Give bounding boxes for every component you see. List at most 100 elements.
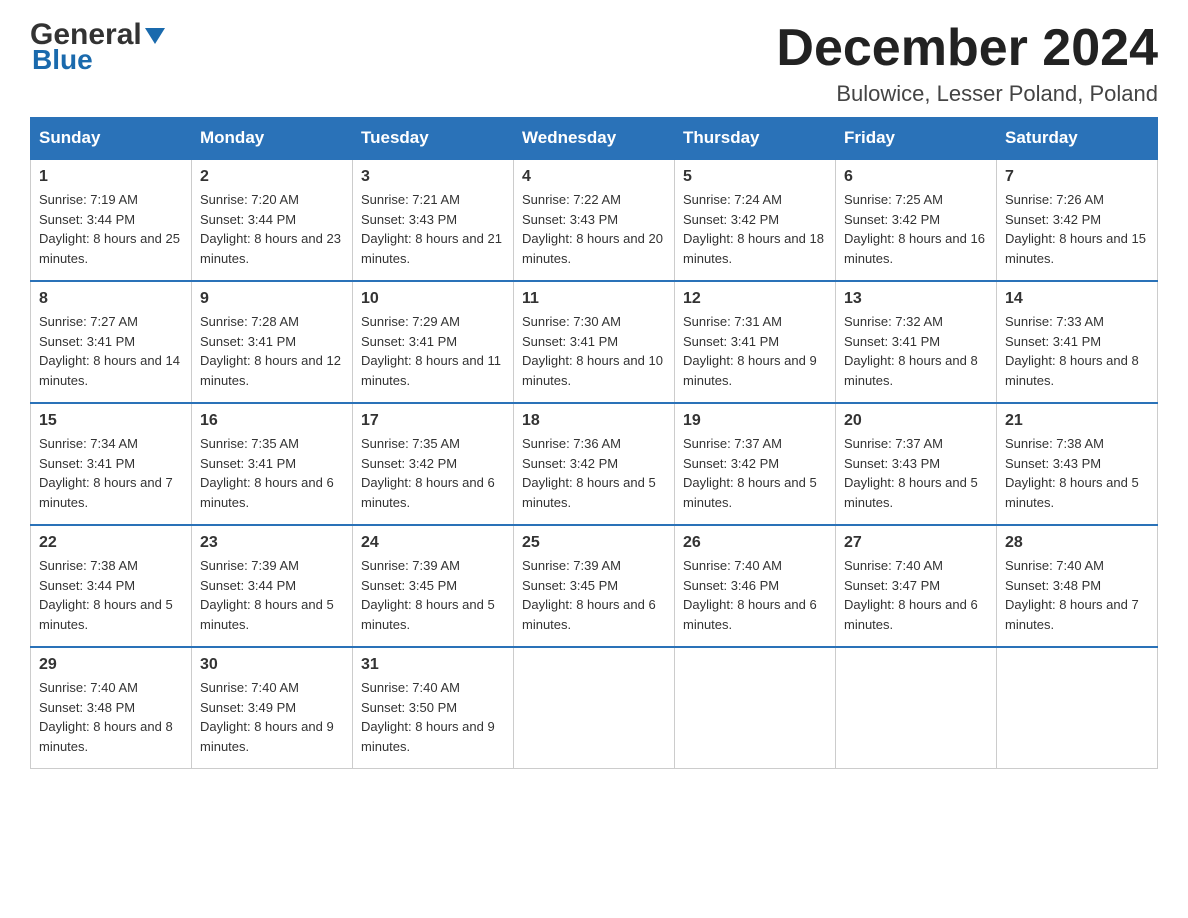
day-number: 13	[844, 290, 988, 308]
calendar-day-cell: 22 Sunrise: 7:38 AMSunset: 3:44 PMDayligh…	[31, 525, 192, 647]
day-number: 4	[522, 168, 666, 186]
calendar-day-cell: 12Sunrise: 7:31 AMSunset: 3:41 PMDayligh…	[675, 281, 836, 403]
calendar-day-cell: 8 Sunrise: 7:27 AMSunset: 3:41 PMDaylight…	[31, 281, 192, 403]
calendar-day-cell: 20 Sunrise: 7:37 AMSunset: 3:43 PMDayligh…	[836, 403, 997, 525]
calendar-day-cell: 5 Sunrise: 7:24 AMSunset: 3:42 PMDaylight…	[675, 159, 836, 281]
col-friday: Friday	[836, 118, 997, 160]
calendar-day-cell: 9Sunrise: 7:28 AMSunset: 3:41 PMDaylight…	[192, 281, 353, 403]
col-monday: Monday	[192, 118, 353, 160]
day-info: Sunrise: 7:29 AMSunset: 3:41 PMDaylight:…	[361, 312, 505, 390]
location-title: Bulowice, Lesser Poland, Poland	[776, 81, 1158, 107]
day-info: Sunrise: 7:40 AMSunset: 3:49 PMDaylight:…	[200, 678, 344, 756]
day-info: Sunrise: 7:40 AMSunset: 3:47 PMDaylight:…	[844, 556, 988, 634]
day-info: Sunrise: 7:36 AMSunset: 3:42 PMDaylight:…	[522, 434, 666, 512]
col-thursday: Thursday	[675, 118, 836, 160]
calendar-week-row: 8 Sunrise: 7:27 AMSunset: 3:41 PMDaylight…	[31, 281, 1158, 403]
day-info: Sunrise: 7:24 AMSunset: 3:42 PMDaylight:…	[683, 190, 827, 268]
day-number: 30	[200, 656, 344, 674]
day-info: Sunrise: 7:21 AMSunset: 3:43 PMDaylight:…	[361, 190, 505, 268]
day-number: 3	[361, 168, 505, 186]
day-number: 17	[361, 412, 505, 430]
day-number: 11	[522, 290, 666, 308]
calendar-title-area: December 2024 Bulowice, Lesser Poland, P…	[776, 20, 1158, 107]
col-saturday: Saturday	[997, 118, 1158, 160]
day-number: 6	[844, 168, 988, 186]
day-info: Sunrise: 7:22 AMSunset: 3:43 PMDaylight:…	[522, 190, 666, 268]
calendar-header-row: Sunday Monday Tuesday Wednesday Thursday…	[31, 118, 1158, 160]
calendar-week-row: 15Sunrise: 7:34 AMSunset: 3:41 PMDayligh…	[31, 403, 1158, 525]
calendar-day-cell: 13Sunrise: 7:32 AMSunset: 3:41 PMDayligh…	[836, 281, 997, 403]
col-tuesday: Tuesday	[353, 118, 514, 160]
day-info: Sunrise: 7:40 AMSunset: 3:48 PMDaylight:…	[1005, 556, 1149, 634]
day-info: Sunrise: 7:35 AMSunset: 3:42 PMDaylight:…	[361, 434, 505, 512]
day-info: Sunrise: 7:38 AMSunset: 3:44 PMDaylight:…	[39, 556, 183, 634]
day-info: Sunrise: 7:38 AMSunset: 3:43 PMDaylight:…	[1005, 434, 1149, 512]
calendar-day-cell: 2 Sunrise: 7:20 AMSunset: 3:44 PMDaylight…	[192, 159, 353, 281]
day-info: Sunrise: 7:20 AMSunset: 3:44 PMDaylight:…	[200, 190, 344, 268]
day-number: 5	[683, 168, 827, 186]
day-info: Sunrise: 7:28 AMSunset: 3:41 PMDaylight:…	[200, 312, 344, 390]
calendar-day-cell: 4 Sunrise: 7:22 AMSunset: 3:43 PMDaylight…	[514, 159, 675, 281]
day-info: Sunrise: 7:26 AMSunset: 3:42 PMDaylight:…	[1005, 190, 1149, 268]
calendar-week-row: 22 Sunrise: 7:38 AMSunset: 3:44 PMDayligh…	[31, 525, 1158, 647]
day-number: 2	[200, 168, 344, 186]
calendar-day-cell	[675, 647, 836, 769]
calendar-day-cell: 31Sunrise: 7:40 AMSunset: 3:50 PMDayligh…	[353, 647, 514, 769]
calendar-day-cell: 19Sunrise: 7:37 AMSunset: 3:42 PMDayligh…	[675, 403, 836, 525]
day-number: 10	[361, 290, 505, 308]
month-title: December 2024	[776, 20, 1158, 77]
day-info: Sunrise: 7:25 AMSunset: 3:42 PMDaylight:…	[844, 190, 988, 268]
day-number: 27	[844, 534, 988, 552]
col-sunday: Sunday	[31, 118, 192, 160]
calendar-day-cell: 18Sunrise: 7:36 AMSunset: 3:42 PMDayligh…	[514, 403, 675, 525]
calendar-day-cell: 29 Sunrise: 7:40 AMSunset: 3:48 PMDayligh…	[31, 647, 192, 769]
calendar-day-cell: 26 Sunrise: 7:40 AMSunset: 3:46 PMDayligh…	[675, 525, 836, 647]
day-info: Sunrise: 7:37 AMSunset: 3:43 PMDaylight:…	[844, 434, 988, 512]
page-header: General Blue December 2024 Bulowice, Les…	[30, 20, 1158, 107]
day-number: 16	[200, 412, 344, 430]
day-number: 7	[1005, 168, 1149, 186]
calendar-day-cell: 15Sunrise: 7:34 AMSunset: 3:41 PMDayligh…	[31, 403, 192, 525]
calendar-day-cell: 6 Sunrise: 7:25 AMSunset: 3:42 PMDaylight…	[836, 159, 997, 281]
day-number: 25	[522, 534, 666, 552]
day-number: 20	[844, 412, 988, 430]
calendar-day-cell: 1 Sunrise: 7:19 AMSunset: 3:44 PMDaylight…	[31, 159, 192, 281]
day-number: 28	[1005, 534, 1149, 552]
day-info: Sunrise: 7:39 AMSunset: 3:45 PMDaylight:…	[361, 556, 505, 634]
calendar-day-cell: 16Sunrise: 7:35 AMSunset: 3:41 PMDayligh…	[192, 403, 353, 525]
day-number: 23	[200, 534, 344, 552]
day-number: 24	[361, 534, 505, 552]
day-number: 29	[39, 656, 183, 674]
calendar-day-cell	[997, 647, 1158, 769]
day-number: 21	[1005, 412, 1149, 430]
calendar-day-cell: 21 Sunrise: 7:38 AMSunset: 3:43 PMDayligh…	[997, 403, 1158, 525]
calendar-day-cell: 28 Sunrise: 7:40 AMSunset: 3:48 PMDayligh…	[997, 525, 1158, 647]
calendar-day-cell: 25Sunrise: 7:39 AMSunset: 3:45 PMDayligh…	[514, 525, 675, 647]
calendar-day-cell: 24 Sunrise: 7:39 AMSunset: 3:45 PMDayligh…	[353, 525, 514, 647]
day-info: Sunrise: 7:33 AMSunset: 3:41 PMDaylight:…	[1005, 312, 1149, 390]
day-number: 22	[39, 534, 183, 552]
day-number: 19	[683, 412, 827, 430]
day-info: Sunrise: 7:34 AMSunset: 3:41 PMDaylight:…	[39, 434, 183, 512]
calendar-day-cell	[836, 647, 997, 769]
calendar-day-cell: 23Sunrise: 7:39 AMSunset: 3:44 PMDayligh…	[192, 525, 353, 647]
calendar-day-cell: 10 Sunrise: 7:29 AMSunset: 3:41 PMDayligh…	[353, 281, 514, 403]
calendar-table: Sunday Monday Tuesday Wednesday Thursday…	[30, 117, 1158, 769]
day-info: Sunrise: 7:30 AMSunset: 3:41 PMDaylight:…	[522, 312, 666, 390]
calendar-day-cell	[514, 647, 675, 769]
calendar-day-cell: 27 Sunrise: 7:40 AMSunset: 3:47 PMDayligh…	[836, 525, 997, 647]
day-number: 12	[683, 290, 827, 308]
day-number: 31	[361, 656, 505, 674]
day-number: 26	[683, 534, 827, 552]
day-number: 1	[39, 168, 183, 186]
day-number: 8	[39, 290, 183, 308]
day-info: Sunrise: 7:40 AMSunset: 3:48 PMDaylight:…	[39, 678, 183, 756]
logo-chevron-icon	[145, 28, 165, 44]
logo-blue-text: Blue	[30, 46, 165, 74]
calendar-day-cell: 14Sunrise: 7:33 AMSunset: 3:41 PMDayligh…	[997, 281, 1158, 403]
day-info: Sunrise: 7:27 AMSunset: 3:41 PMDaylight:…	[39, 312, 183, 390]
day-info: Sunrise: 7:40 AMSunset: 3:46 PMDaylight:…	[683, 556, 827, 634]
day-info: Sunrise: 7:19 AMSunset: 3:44 PMDaylight:…	[39, 190, 183, 268]
calendar-day-cell: 30 Sunrise: 7:40 AMSunset: 3:49 PMDayligh…	[192, 647, 353, 769]
logo: General Blue	[30, 20, 165, 74]
